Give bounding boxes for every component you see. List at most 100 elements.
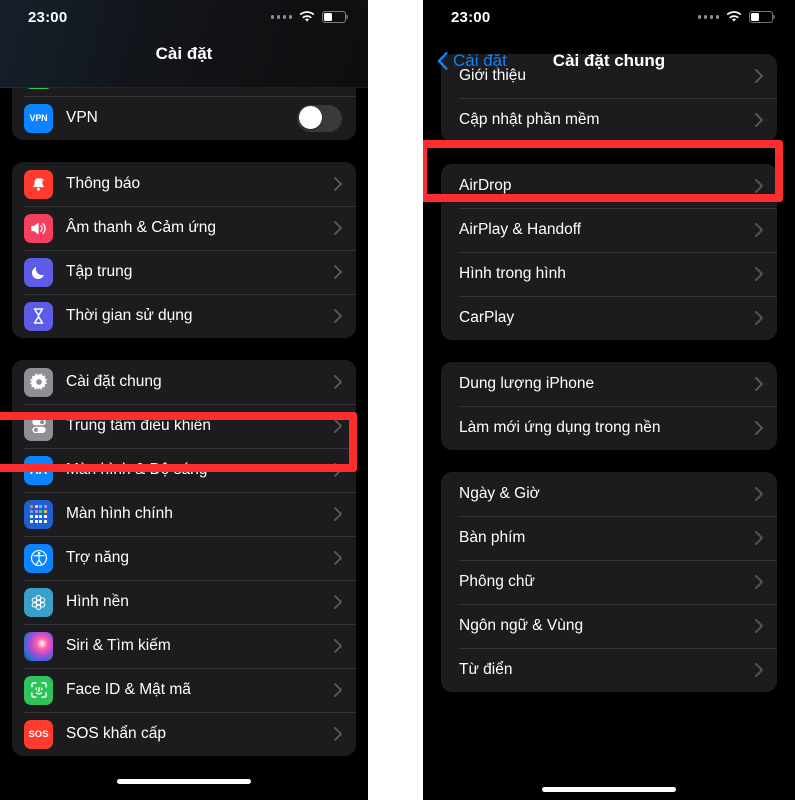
settings-row-label: Face ID & Mật mã — [66, 680, 191, 698]
chevron-right-icon — [334, 309, 342, 323]
chevron-right-icon — [334, 507, 342, 521]
back-button[interactable]: Cài đặt — [437, 51, 507, 71]
settings-row[interactable]: Làm mới ứng dụng trong nền — [441, 406, 777, 450]
settings-row[interactable]: Trung tâm điều khiển — [12, 404, 356, 448]
settings-row-label: AirDrop — [459, 176, 512, 194]
settings-row-label: Thông báo — [66, 174, 141, 192]
settings-row[interactable]: Hình trong hình — [441, 252, 777, 296]
accessibility-icon — [24, 543, 53, 573]
home-screen-icon — [24, 499, 53, 529]
screen-time-hourglass-icon — [24, 301, 53, 331]
wifi-icon — [299, 11, 315, 23]
settings-row[interactable]: Ngôn ngữ & Vùng — [441, 604, 777, 648]
chevron-right-icon — [755, 113, 763, 127]
settings-row[interactable]: Thông báo — [12, 162, 356, 206]
right-phone-screen: 23:00 Cài đặt chung Cài đặt Giới thiệu Cậ… — [423, 0, 795, 800]
settings-row-label: Hình trong hình — [459, 264, 566, 282]
siri-icon — [24, 631, 53, 661]
settings-row[interactable]: Màn hình chính — [12, 492, 356, 536]
settings-group: Cài đặt chung Trung tâm điều khiển AA Màn h… — [12, 360, 356, 756]
chevron-right-icon — [334, 551, 342, 565]
settings-row-label: Trung tâm điều khiển — [66, 416, 212, 434]
settings-row[interactable]: AirPlay & Handoff — [441, 208, 777, 252]
right-nav-bar: Cài đặt chung Cài đặt — [423, 34, 795, 88]
settings-row-label: Ngày & Giờ — [459, 484, 540, 502]
settings-row-label: Màn hình & Độ sáng — [66, 460, 208, 478]
chevron-right-icon — [755, 179, 763, 193]
chevron-right-icon — [334, 639, 342, 653]
settings-row-label: Cập nhật phần mềm — [459, 110, 600, 128]
chevron-left-icon — [437, 52, 448, 70]
settings-row[interactable]: Ngày & Giờ — [441, 472, 777, 516]
chevron-right-icon — [334, 595, 342, 609]
home-grid-icon — [29, 505, 48, 523]
status-indicators — [270, 11, 348, 23]
settings-row[interactable]: VPN VPN — [12, 96, 356, 140]
control-center-icon — [24, 411, 53, 441]
settings-group: Ngày & Giờ Bàn phím Phông chữ Ngôn ngữ & Vù… — [441, 472, 777, 692]
chevron-right-icon — [755, 619, 763, 633]
chevron-right-icon — [334, 375, 342, 389]
wifi-icon — [726, 11, 742, 23]
settings-row[interactable]: Face ID & Mật mã — [12, 668, 356, 712]
settings-row[interactable]: AA Màn hình & Độ sáng — [12, 448, 356, 492]
settings-row-label: Màn hình chính — [66, 504, 173, 522]
chevron-right-icon — [755, 377, 763, 391]
left-settings-list[interactable]: Di động VPN VPN Thông báo Âm thanh & Cảm ứng… — [0, 88, 368, 800]
settings-row-label: Dung lượng iPhone — [459, 374, 595, 392]
focus-moon-icon — [24, 257, 53, 287]
vpn-toggle[interactable] — [297, 104, 342, 132]
settings-row[interactable]: Từ điển — [441, 648, 777, 692]
settings-row[interactable]: Hình nền — [12, 580, 356, 624]
home-indicator — [542, 787, 676, 792]
settings-row-label: Từ điển — [459, 660, 513, 678]
settings-row[interactable]: Bàn phím — [441, 516, 777, 560]
chevron-right-icon — [334, 683, 342, 697]
settings-row[interactable]: SOS SOS khẩn cấp — [12, 712, 356, 756]
settings-row-label: Siri & Tìm kiếm — [66, 636, 171, 654]
settings-row[interactable]: AirDrop — [441, 164, 777, 208]
status-time: 23:00 — [28, 8, 68, 26]
left-status-bar: 23:00 — [0, 0, 368, 34]
settings-row[interactable]: Phông chữ — [441, 560, 777, 604]
battery-icon — [322, 11, 348, 23]
settings-row[interactable]: Dung lượng iPhone — [441, 362, 777, 406]
settings-row[interactable]: Trợ năng — [12, 536, 356, 580]
chevron-right-icon — [334, 221, 342, 235]
cellular-icon — [24, 88, 53, 89]
settings-group: Di động VPN VPN — [12, 88, 356, 140]
status-time: 23:00 — [451, 8, 491, 26]
chevron-right-icon — [755, 223, 763, 237]
settings-row-label: SOS khẩn cấp — [66, 724, 166, 742]
settings-row-label: CarPlay — [459, 308, 515, 326]
status-indicators — [697, 11, 775, 23]
emergency-sos-icon: SOS — [24, 719, 53, 749]
settings-row-label: Phông chữ — [459, 572, 535, 590]
settings-row[interactable]: Cập nhật phần mềm — [441, 98, 777, 142]
chevron-right-icon — [755, 663, 763, 677]
display-brightness-icon: AA — [24, 455, 53, 485]
chevron-right-icon — [755, 575, 763, 589]
settings-row[interactable]: Thời gian sử dụng — [12, 294, 356, 338]
chevron-right-icon — [755, 487, 763, 501]
screenshot-root: 23:00 Cài đặt Di động VPN VPN Thông báo Âm t… — [0, 0, 795, 800]
home-indicator — [117, 779, 251, 784]
chevron-right-icon — [755, 531, 763, 545]
settings-row-label: Âm thanh & Cảm ứng — [66, 218, 216, 236]
signal-dots-icon — [697, 15, 719, 19]
left-nav-bar: 23:00 Cài đặt — [0, 0, 368, 88]
settings-group: Dung lượng iPhone Làm mới ứng dụng trong … — [441, 362, 777, 450]
chevron-right-icon — [334, 419, 342, 433]
wallpaper-icon — [24, 587, 53, 617]
chevron-right-icon — [755, 267, 763, 281]
right-settings-list[interactable]: Giới thiệu Cập nhật phần mềm AirDrop AirPla… — [423, 54, 795, 800]
settings-row[interactable]: Âm thanh & Cảm ứng — [12, 206, 356, 250]
settings-row[interactable]: Di động — [12, 88, 356, 96]
settings-row-label: Tập trung — [66, 262, 133, 280]
settings-row[interactable]: Cài đặt chung — [12, 360, 356, 404]
settings-row[interactable]: Tập trung — [12, 250, 356, 294]
chevron-right-icon — [755, 311, 763, 325]
settings-row[interactable]: Siri & Tìm kiếm — [12, 624, 356, 668]
chevron-right-icon — [334, 727, 342, 741]
settings-row[interactable]: CarPlay — [441, 296, 777, 340]
